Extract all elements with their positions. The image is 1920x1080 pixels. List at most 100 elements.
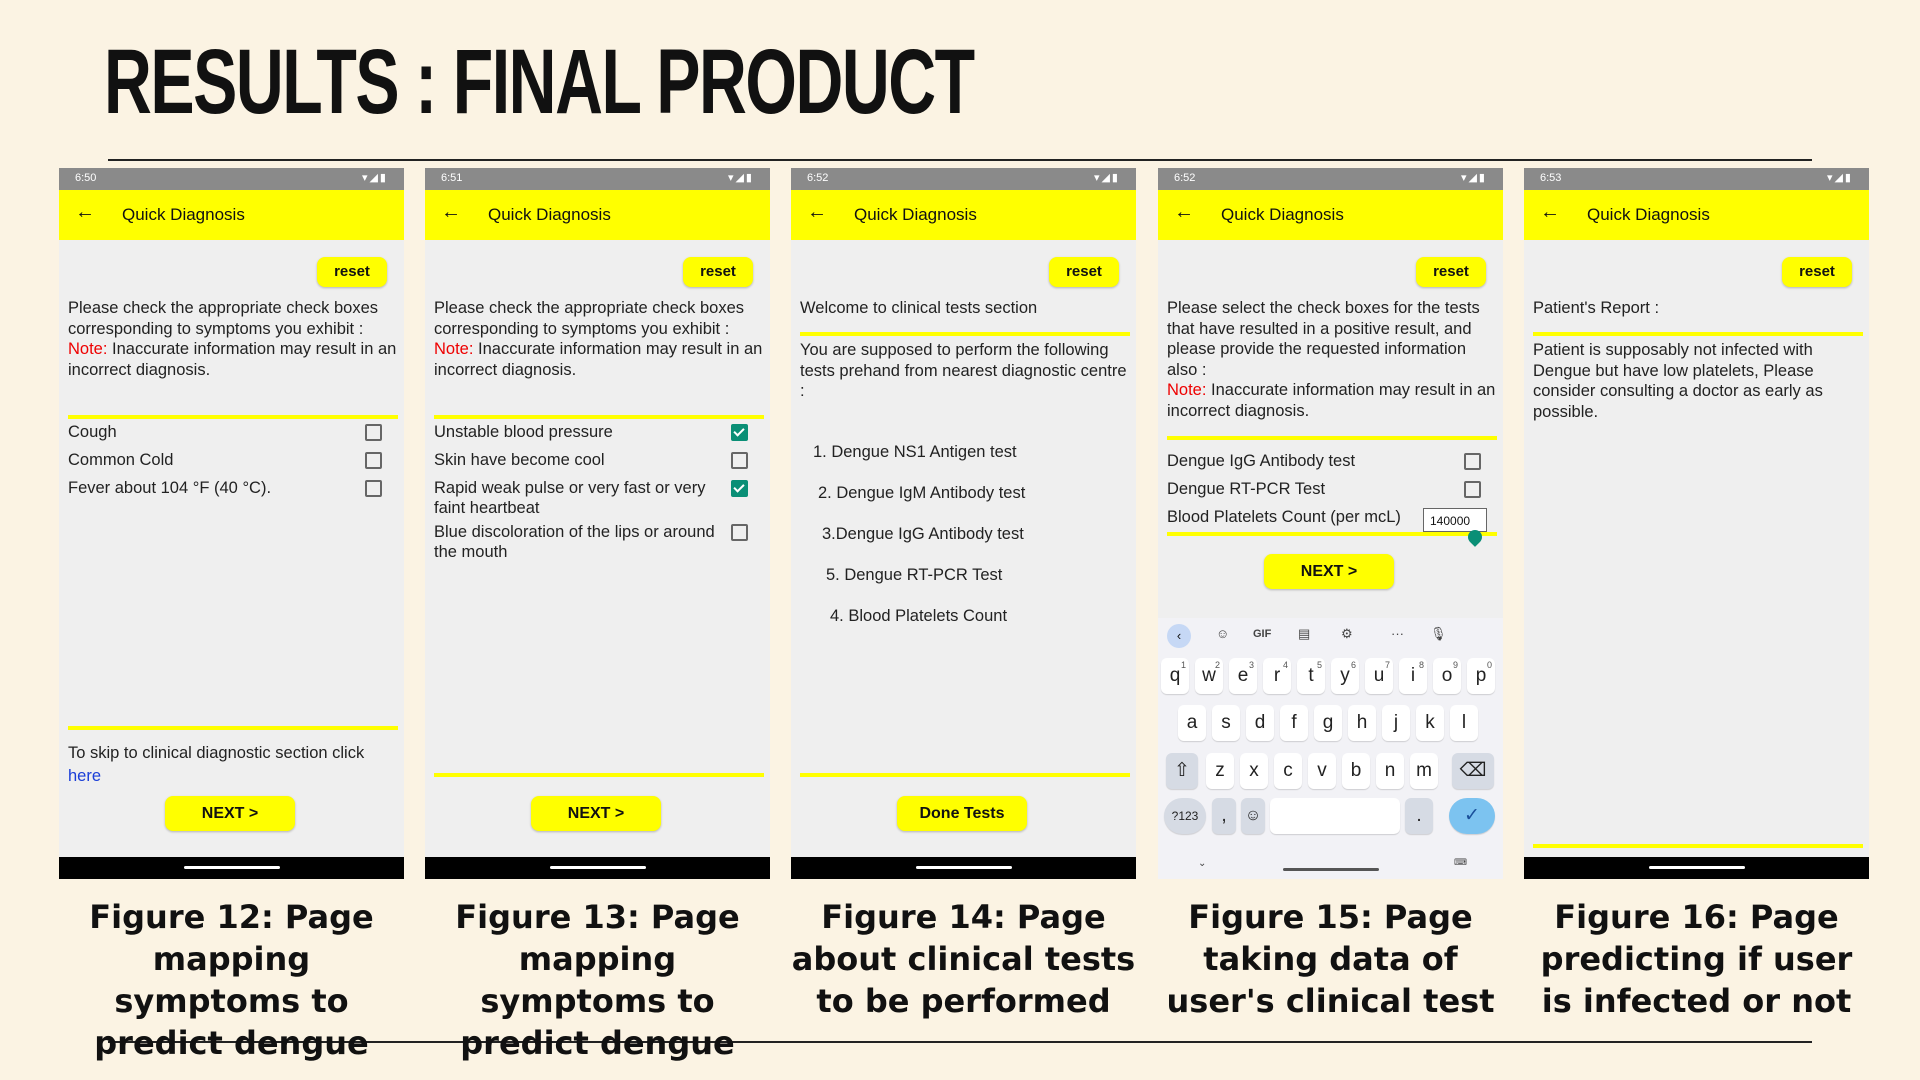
key-f[interactable]: f: [1280, 705, 1308, 741]
back-arrow-icon[interactable]: ←: [807, 201, 827, 224]
app-bar: ← Quick Diagnosis: [1158, 190, 1503, 240]
next-button[interactable]: NEXT >: [1264, 554, 1394, 589]
microphone-icon[interactable]: 🎙: [1430, 626, 1447, 642]
back-arrow-icon[interactable]: ←: [441, 201, 461, 224]
comma-key[interactable]: ,: [1212, 798, 1236, 834]
symptom-label: Skin have become cool: [434, 451, 605, 469]
symptom-row[interactable]: Cough: [68, 422, 394, 442]
reset-button[interactable]: reset: [317, 257, 387, 287]
key-r[interactable]: r4: [1263, 658, 1291, 694]
report-title: Patient's Report :: [1533, 299, 1660, 317]
key-i[interactable]: i8: [1399, 658, 1427, 694]
home-gesture-bar[interactable]: [1648, 866, 1745, 869]
key-m[interactable]: m: [1410, 753, 1438, 789]
key-q[interactable]: q1: [1161, 658, 1189, 694]
keyboard-back-icon[interactable]: ‹: [1167, 624, 1191, 648]
key-e[interactable]: e3: [1229, 658, 1257, 694]
test-row[interactable]: Dengue RT-PCR Test: [1167, 479, 1493, 499]
more-options-icon[interactable]: ···: [1391, 626, 1404, 641]
divider-line: [68, 726, 398, 730]
keyboard-switch-icon[interactable]: ⌨: [1454, 857, 1467, 868]
app-title: Quick Diagnosis: [488, 205, 611, 224]
test-list-item: 2. Dengue IgM Antibody test: [818, 484, 1026, 502]
test-checkbox[interactable]: [1464, 453, 1481, 470]
divider-line: [1167, 532, 1497, 536]
symbols-key[interactable]: ?123: [1164, 798, 1206, 834]
key-b[interactable]: b: [1342, 753, 1370, 789]
key-n[interactable]: n: [1376, 753, 1404, 789]
key-l[interactable]: l: [1450, 705, 1478, 741]
shift-key[interactable]: ⇧: [1166, 753, 1198, 789]
status-time: 6:52: [807, 172, 829, 184]
space-bar[interactable]: [1270, 798, 1400, 834]
symptom-checkbox-checked[interactable]: [731, 480, 748, 497]
status-bar: 6:53 ▾◢▮: [1524, 168, 1869, 190]
symptom-row[interactable]: Rapid weak pulse or very fast or very fa…: [434, 478, 760, 518]
key-p[interactable]: p0: [1467, 658, 1495, 694]
home-gesture-bar[interactable]: [1283, 868, 1379, 871]
next-button[interactable]: NEXT >: [531, 796, 661, 831]
hide-keyboard-chevron-icon[interactable]: ⌄: [1198, 858, 1206, 869]
settings-gear-icon[interactable]: ⚙: [1341, 626, 1353, 642]
key-a[interactable]: a: [1178, 705, 1206, 741]
key-z[interactable]: z: [1206, 753, 1234, 789]
backspace-key[interactable]: ⌫: [1452, 753, 1494, 789]
symptom-checkbox[interactable]: [731, 524, 748, 541]
enter-check-key[interactable]: ✓: [1449, 798, 1495, 834]
reset-button[interactable]: reset: [1782, 257, 1852, 287]
done-tests-button[interactable]: Done Tests: [897, 796, 1027, 831]
app-title: Quick Diagnosis: [1587, 205, 1710, 224]
symptom-row[interactable]: Fever about 104 °F (40 °C).: [68, 478, 394, 498]
key-c[interactable]: c: [1274, 753, 1302, 789]
key-g[interactable]: g: [1314, 705, 1342, 741]
period-key[interactable]: .: [1405, 798, 1433, 834]
app-title: Quick Diagnosis: [854, 205, 977, 224]
reset-button[interactable]: reset: [1049, 257, 1119, 287]
key-number-hint: 3: [1248, 660, 1254, 670]
key-v[interactable]: v: [1308, 753, 1336, 789]
sticker-icon[interactable]: ☺: [1216, 626, 1229, 641]
emoji-icon[interactable]: ☺: [1241, 798, 1265, 834]
key-x[interactable]: x: [1240, 753, 1268, 789]
back-arrow-icon[interactable]: ←: [75, 201, 95, 224]
key-k[interactable]: k: [1416, 705, 1444, 741]
symptom-checkbox[interactable]: [365, 452, 382, 469]
symptom-row[interactable]: Blue discoloration of the lips or around…: [434, 522, 760, 562]
back-arrow-icon[interactable]: ←: [1174, 201, 1194, 224]
phone-screen-report: 6:53 ▾◢▮ ← Quick Diagnosis reset Patient…: [1524, 168, 1869, 879]
symptom-checkbox[interactable]: [365, 424, 382, 441]
test-checkbox[interactable]: [1464, 481, 1481, 498]
reset-button[interactable]: reset: [683, 257, 753, 287]
home-gesture-bar[interactable]: [183, 866, 280, 869]
symptom-row[interactable]: Common Cold: [68, 450, 394, 470]
key-t[interactable]: t5: [1297, 658, 1325, 694]
test-row[interactable]: Dengue IgG Antibody test: [1167, 451, 1493, 471]
home-gesture-bar[interactable]: [915, 866, 1012, 869]
app-bar: ← Quick Diagnosis: [59, 190, 404, 240]
symptom-row[interactable]: Skin have become cool: [434, 450, 760, 470]
clipboard-icon[interactable]: ▤: [1298, 626, 1310, 642]
key-d[interactable]: d: [1246, 705, 1274, 741]
key-j[interactable]: j: [1382, 705, 1410, 741]
test-list-item: 3.Dengue IgG Antibody test: [822, 525, 1024, 543]
key-h[interactable]: h: [1348, 705, 1376, 741]
symptom-checkbox[interactable]: [731, 452, 748, 469]
key-number-hint: 6: [1350, 660, 1356, 670]
skip-here-link[interactable]: here: [68, 767, 101, 785]
platelets-count-input[interactable]: 140000: [1423, 508, 1487, 532]
key-y[interactable]: y6: [1331, 658, 1359, 694]
next-button[interactable]: NEXT >: [165, 796, 295, 831]
home-gesture-bar[interactable]: [549, 866, 646, 869]
key-u[interactable]: u7: [1365, 658, 1393, 694]
divider-line: [1167, 436, 1497, 440]
symptom-row[interactable]: Unstable blood pressure: [434, 422, 760, 442]
key-s[interactable]: s: [1212, 705, 1240, 741]
reset-button[interactable]: reset: [1416, 257, 1486, 287]
symptom-checkbox-checked[interactable]: [731, 424, 748, 441]
back-arrow-icon[interactable]: ←: [1540, 201, 1560, 224]
tests-intro-text: You are supposed to perform the followin…: [800, 341, 1127, 400]
key-o[interactable]: o9: [1433, 658, 1461, 694]
symptom-checkbox[interactable]: [365, 480, 382, 497]
gif-button[interactable]: GIF: [1253, 628, 1271, 640]
key-w[interactable]: w2: [1195, 658, 1223, 694]
